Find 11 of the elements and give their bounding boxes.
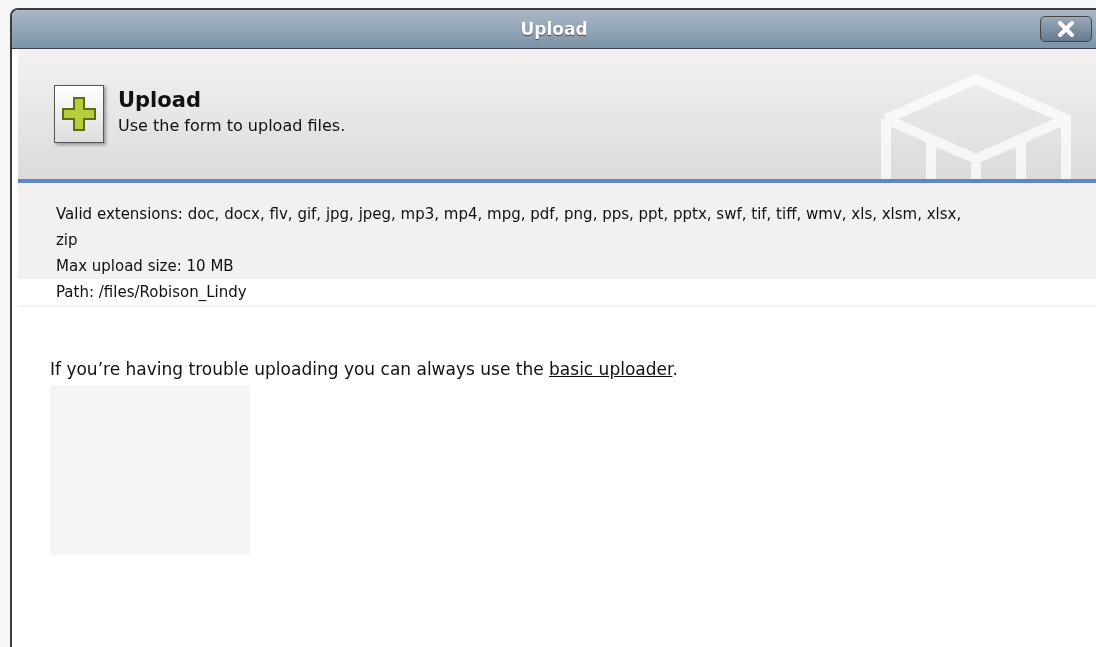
basic-uploader-link[interactable]: basic uploader (549, 359, 673, 379)
close-icon (1057, 20, 1075, 38)
window-title: Upload (520, 19, 588, 39)
add-button[interactable] (54, 85, 104, 143)
close-button[interactable] (1040, 16, 1092, 42)
trouble-note: If you’re having trouble uploading you can always use the basic uploader. (50, 359, 679, 379)
info-line: Valid extensions: doc, docx, flv, gif, jpg, jpeg, mp3, mp4, mpg, pdf, png, pps, ppt, pptx, swf, tif, tiff, wmv, xls, xlsm, xlsx, zip (56, 204, 963, 251)
info-line: Max upload size: 10 MB (56, 256, 235, 277)
header-subtitle: Use the form to upload files. (118, 115, 346, 135)
header-title: Upload (118, 87, 202, 112)
plus-icon (61, 96, 97, 132)
